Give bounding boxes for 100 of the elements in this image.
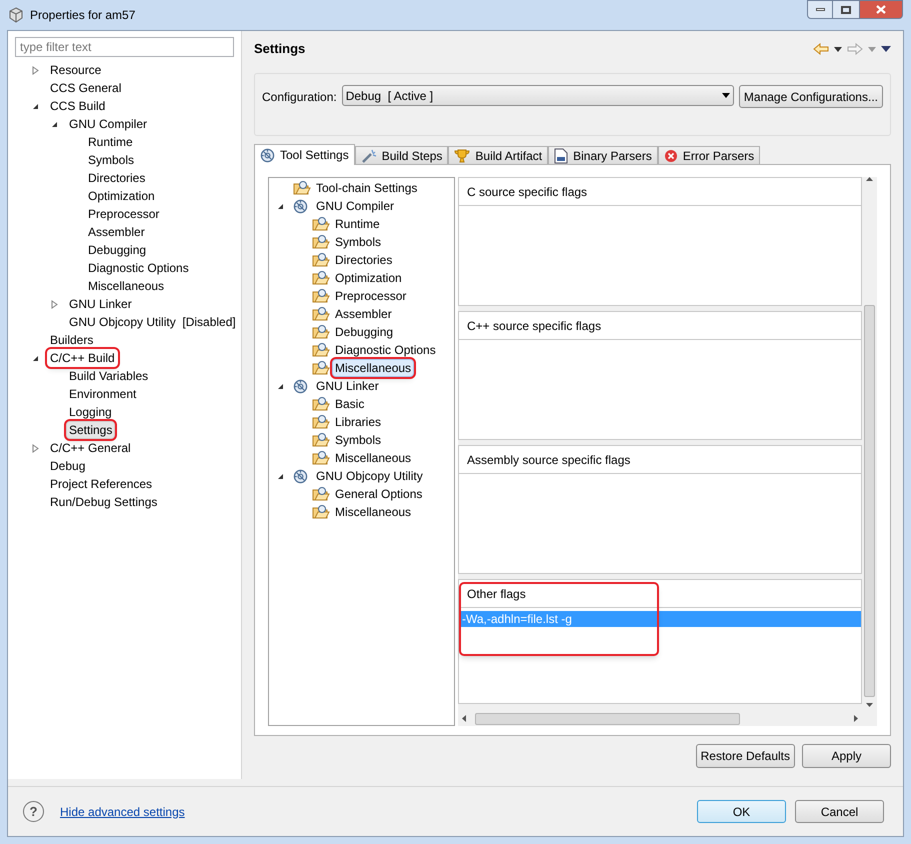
hide-advanced-settings-link[interactable]: Hide advanced settings — [60, 802, 185, 820]
tree-item[interactable]: GNU Objcopy Utility [Disabled] — [66, 313, 239, 331]
tree-item[interactable]: C/C++ General — [47, 439, 134, 457]
expanded-arrow-icon[interactable] — [51, 120, 58, 128]
folder-icon — [312, 252, 330, 268]
expanded-arrow-icon[interactable] — [32, 354, 39, 362]
collapsed-arrow-icon[interactable] — [32, 444, 39, 452]
tree-item[interactable]: Build Variables — [66, 367, 152, 385]
folder-icon — [312, 396, 330, 412]
tree-item[interactable]: Runtime — [332, 215, 383, 233]
tree-item[interactable]: GNU Compiler — [313, 197, 398, 215]
tree-item[interactable]: Debugging — [332, 323, 396, 341]
tree-item[interactable]: Miscellaneous — [332, 503, 414, 521]
tree-item[interactable]: Preprocessor — [85, 205, 162, 223]
folder-icon — [312, 414, 330, 430]
help-icon[interactable]: ? — [23, 801, 44, 822]
manage-configurations-button[interactable]: Manage Configurations... — [738, 85, 883, 108]
back-arrow-icon[interactable] — [813, 43, 829, 55]
scroll-up-icon[interactable] — [866, 177, 873, 181]
tree-item[interactable]: Miscellaneous — [332, 359, 414, 377]
tab[interactable]: Build Artifact — [448, 146, 548, 164]
expanded-arrow-icon[interactable] — [277, 472, 284, 480]
tree-item[interactable]: Symbols — [85, 151, 138, 169]
tree-item[interactable]: Symbols — [332, 233, 384, 251]
expanded-arrow-icon[interactable] — [277, 202, 284, 210]
tree-item[interactable]: Directories — [85, 169, 148, 187]
folder-icon — [312, 486, 330, 502]
tree-item[interactable]: Assembler — [332, 305, 395, 323]
tab[interactable]: Error Parsers — [658, 146, 760, 164]
tree-item[interactable]: C/C++ Build — [47, 349, 118, 367]
tree-item[interactable]: Settings — [66, 421, 116, 439]
tree-item[interactable]: Environment — [66, 385, 140, 403]
tree-item[interactable]: General Options — [332, 485, 426, 503]
tree-item[interactable]: CCS General — [47, 79, 124, 97]
folder-icon — [312, 270, 330, 286]
tree-item[interactable]: Assembler — [85, 223, 148, 241]
scroll-down-icon[interactable] — [866, 703, 873, 707]
configuration-label: Configuration: — [262, 89, 337, 106]
view-menu-icon[interactable] — [881, 46, 891, 52]
folder-icon — [312, 324, 330, 340]
configuration-dropdown[interactable]: Debug [ Active ] — [342, 85, 734, 106]
tree-item[interactable]: Run/Debug Settings — [47, 493, 160, 511]
tab[interactable]: Binary Parsers — [548, 146, 658, 164]
collapsed-arrow-icon[interactable] — [51, 300, 58, 308]
dialog-button[interactable]: Cancel — [795, 800, 884, 823]
maximize-button[interactable] — [833, 0, 859, 19]
window-title: Properties for am57 — [30, 7, 136, 24]
section-heading: Other flags — [467, 586, 526, 602]
tree-item[interactable]: Diagnostic Options — [332, 341, 439, 359]
folder-icon — [312, 306, 330, 322]
tree-item[interactable]: GNU Linker — [313, 377, 382, 395]
tree-item[interactable]: Basic — [332, 395, 368, 413]
tab[interactable]: Build Steps — [354, 146, 448, 164]
section-heading: C source specific flags — [467, 184, 588, 200]
folder-icon — [312, 504, 330, 520]
gear-icon — [293, 378, 308, 394]
dialog-button[interactable]: OK — [697, 800, 786, 823]
tree-item[interactable]: Runtime — [85, 133, 136, 151]
expanded-arrow-icon[interactable] — [277, 382, 284, 390]
trophy-icon — [454, 148, 470, 164]
tree-item[interactable]: Debugging — [85, 241, 150, 259]
tree-item[interactable]: Diagnostic Options — [85, 259, 192, 277]
dropdown-arrow-icon — [722, 93, 730, 98]
folder-icon — [312, 216, 330, 232]
tree-item[interactable]: Tool-chain Settings — [313, 179, 420, 197]
section-heading: Assembly source specific flags — [467, 452, 630, 468]
page-button[interactable]: Restore Defaults — [696, 744, 795, 768]
folder-icon — [312, 234, 330, 250]
minimize-button[interactable] — [807, 0, 833, 19]
tree-item[interactable]: GNU Objcopy Utility — [313, 467, 426, 485]
tree-item[interactable]: Preprocessor — [332, 287, 410, 305]
tree-item[interactable]: CCS Build — [47, 97, 108, 115]
tree-item[interactable]: Builders — [47, 331, 96, 349]
collapsed-arrow-icon[interactable] — [32, 66, 39, 74]
cube-icon — [8, 7, 24, 23]
tree-item[interactable]: Symbols — [332, 431, 384, 449]
gear-icon — [293, 198, 308, 214]
filter-field[interactable]: type filter text — [15, 37, 234, 57]
section-heading: C++ source specific flags — [467, 318, 602, 334]
scroll-left-icon[interactable] — [462, 715, 466, 722]
tree-item[interactable]: Debug — [47, 457, 88, 475]
gear-icon — [260, 148, 275, 162]
tree-item[interactable]: Directories — [332, 251, 396, 269]
tree-item[interactable]: Project References — [47, 475, 156, 493]
tree-item[interactable]: Resource — [47, 61, 104, 79]
page-title: Settings — [254, 40, 306, 58]
tree-item[interactable]: Optimization — [332, 269, 405, 287]
tree-item[interactable]: Miscellaneous — [332, 449, 414, 467]
tree-item[interactable]: GNU Compiler — [66, 115, 150, 133]
expanded-arrow-icon[interactable] — [32, 102, 39, 110]
dropdown-icon[interactable] — [834, 46, 842, 52]
tree-item[interactable]: Optimization — [85, 187, 158, 205]
tab[interactable]: Tool Settings — [254, 144, 355, 165]
page-button[interactable]: Apply — [802, 744, 891, 768]
tree-item[interactable]: Libraries — [332, 413, 384, 431]
tree-item[interactable]: GNU Linker — [66, 295, 135, 313]
close-button[interactable] — [859, 0, 903, 19]
scroll-right-icon[interactable] — [854, 715, 858, 722]
tree-item[interactable]: Miscellaneous — [85, 277, 168, 295]
tree-item[interactable]: Logging — [66, 403, 115, 421]
